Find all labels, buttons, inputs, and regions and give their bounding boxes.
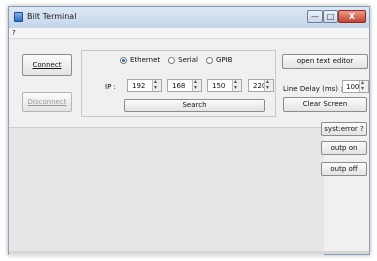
ip-octet-1[interactable]: 192 bbox=[127, 78, 162, 92]
line-delay-input[interactable]: 100 bbox=[342, 79, 369, 93]
ip-octet-4[interactable]: 220 bbox=[248, 78, 274, 92]
line-delay-value: 100 bbox=[346, 83, 360, 91]
ip-label: IP : bbox=[105, 83, 116, 91]
window-title: Bilt Terminal bbox=[27, 12, 77, 21]
spinner-arrows-icon[interactable] bbox=[152, 78, 161, 91]
connect-button[interactable]: Connect bbox=[22, 54, 72, 76]
ip-octet-2-value: 168 bbox=[172, 82, 186, 90]
maximize-button[interactable]: □ bbox=[323, 10, 338, 23]
ip-octet-2[interactable]: 168 bbox=[167, 78, 202, 92]
menu-item-help[interactable]: ? bbox=[12, 28, 16, 38]
radio-gpib[interactable] bbox=[205, 56, 213, 64]
close-button[interactable]: X bbox=[338, 10, 366, 23]
interface-radio-group: Ethernet Serial GPIB bbox=[120, 56, 240, 64]
line-delay-label: Line Delay (ms) : bbox=[283, 85, 343, 93]
disconnect-button[interactable]: Disconnect bbox=[22, 92, 72, 112]
title-bar[interactable]: Bilt Terminal — □ X bbox=[9, 7, 369, 29]
radio-gpib-label[interactable]: GPIB bbox=[216, 56, 233, 64]
outp-off-button[interactable]: outp off bbox=[321, 162, 367, 176]
spinner-arrows-icon[interactable] bbox=[264, 78, 273, 91]
main-window: Bilt Terminal — □ X ? Connect Disconnect… bbox=[8, 6, 370, 256]
spinner-arrows-icon[interactable] bbox=[232, 78, 241, 91]
ip-octet-1-value: 192 bbox=[132, 82, 146, 90]
radio-serial-label[interactable]: Serial bbox=[178, 56, 198, 64]
interface-group: Ethernet Serial GPIB IP : 192 168 150 22… bbox=[81, 50, 276, 117]
outp-on-button[interactable]: outp on bbox=[321, 141, 367, 155]
spinner-arrows-icon[interactable] bbox=[359, 79, 368, 92]
spinner-arrows-icon[interactable] bbox=[192, 78, 201, 91]
disconnect-button-label: Disconnect bbox=[27, 98, 67, 106]
clear-screen-button[interactable]: Clear Screen bbox=[283, 97, 367, 112]
window-bottom-border bbox=[9, 251, 369, 254]
radio-serial[interactable] bbox=[168, 56, 176, 64]
open-text-editor-button[interactable]: open text editor bbox=[282, 54, 368, 69]
connect-button-label: Connect bbox=[32, 61, 62, 69]
terminal-output-area[interactable] bbox=[9, 127, 324, 256]
menu-bar: ? bbox=[9, 28, 369, 39]
ip-octet-3-value: 150 bbox=[212, 82, 226, 90]
radio-ethernet[interactable] bbox=[120, 56, 127, 64]
app-icon bbox=[14, 12, 23, 22]
radio-ethernet-label[interactable]: Ethernet bbox=[130, 56, 160, 64]
search-button[interactable]: Search bbox=[124, 99, 265, 112]
ip-octet-3[interactable]: 150 bbox=[207, 78, 242, 92]
minimize-button[interactable]: — bbox=[307, 10, 323, 23]
clear-screen-button-label: Clear Screen bbox=[302, 100, 348, 108]
syst-error-button[interactable]: syst:error ? bbox=[321, 122, 367, 136]
